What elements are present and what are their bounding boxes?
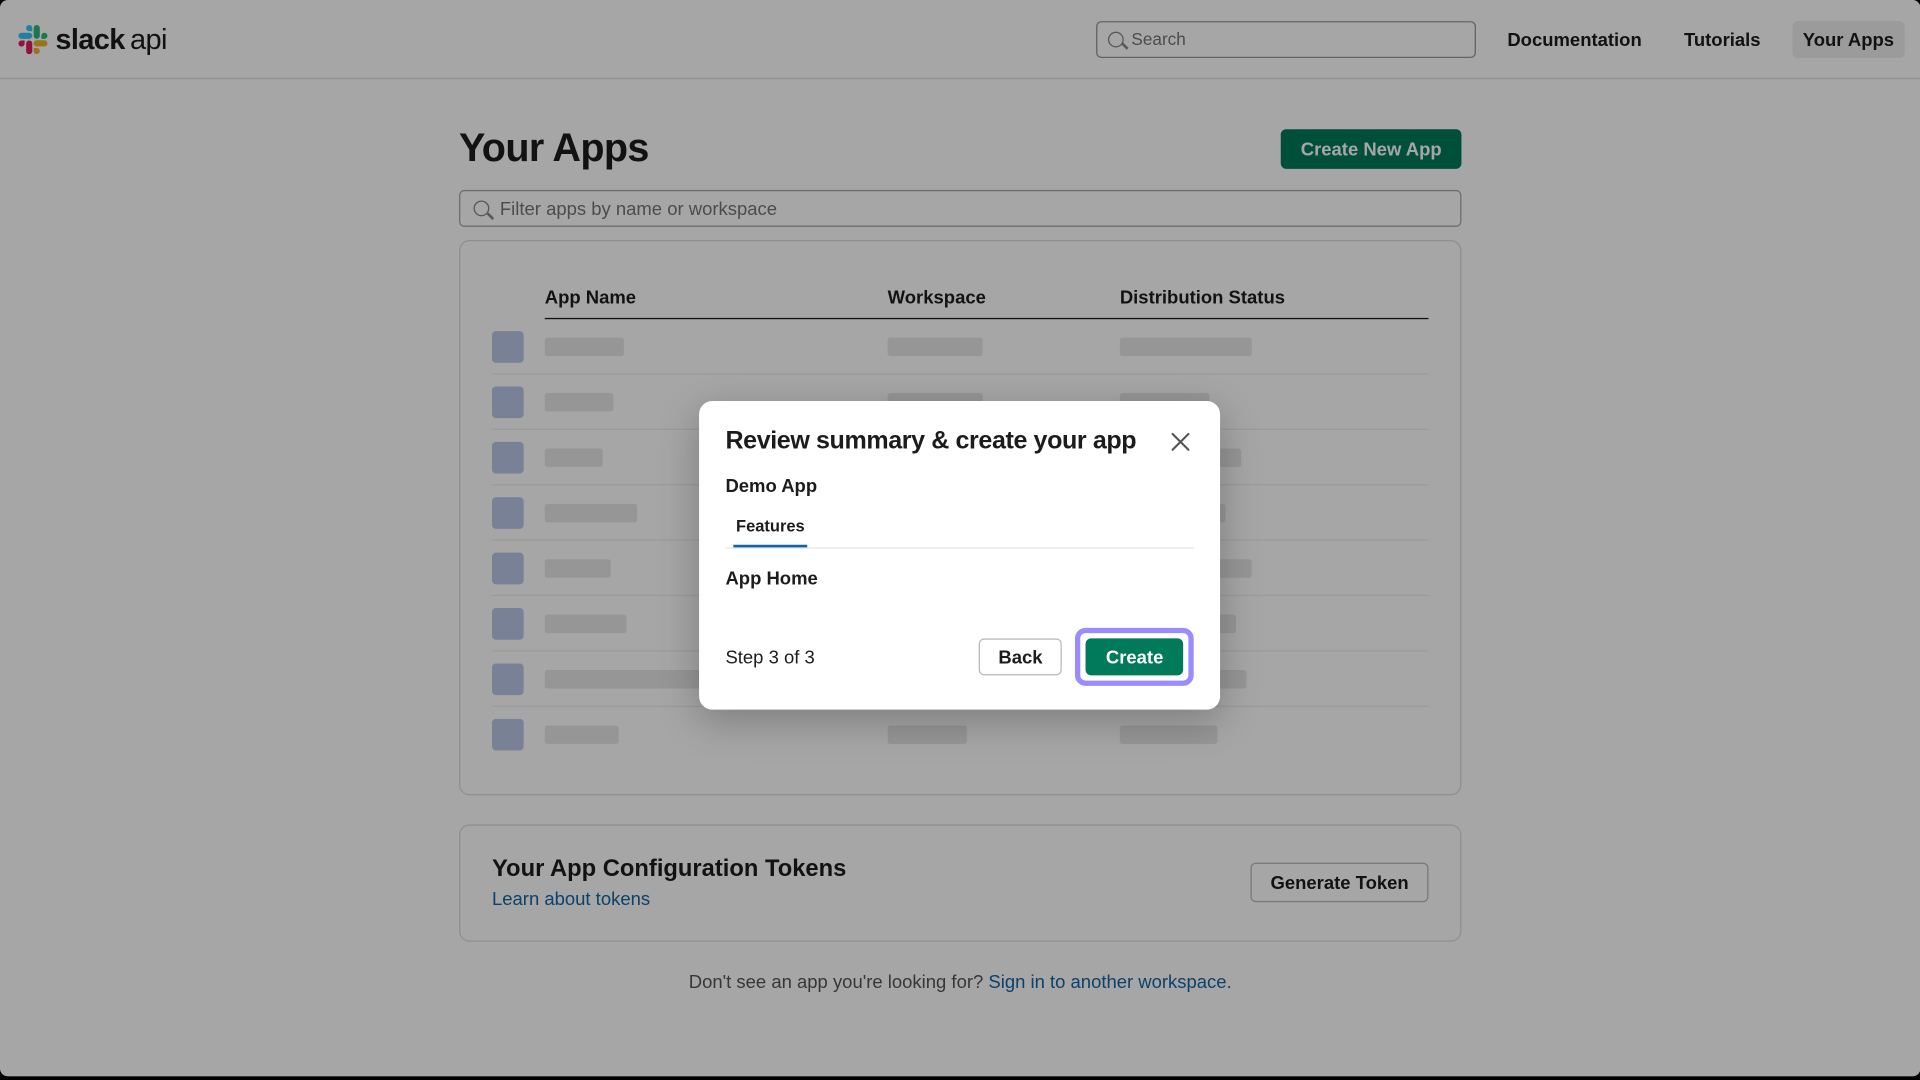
modal-tabs: Features <box>725 514 1193 548</box>
filter-search-icon <box>474 200 490 216</box>
filter-apps[interactable] <box>459 190 1461 227</box>
nav-tutorials[interactable]: Tutorials <box>1673 20 1771 57</box>
create-button[interactable]: Create <box>1086 638 1183 675</box>
table-header: App Name Workspace Distribution Status <box>492 270 1428 317</box>
slack-api-logo[interactable]: slack api <box>18 22 166 56</box>
tab-features[interactable]: Features <box>733 517 807 547</box>
logo-text-api: api <box>130 22 167 56</box>
logo-text-slack: slack <box>55 22 124 56</box>
col-header-name: App Name <box>545 286 888 307</box>
section-app-home: App Home <box>725 567 1193 588</box>
tokens-title: Your App Configuration Tokens <box>492 855 846 883</box>
modal-app-name: Demo App <box>725 475 1193 496</box>
filter-input[interactable] <box>500 198 1447 219</box>
footer-text: Don't see an app you're looking for? <box>689 971 989 992</box>
learn-tokens-link[interactable]: Learn about tokens <box>492 888 846 909</box>
review-modal: Review summary & create your app Demo Ap… <box>699 401 1220 710</box>
search-input[interactable] <box>1131 29 1463 49</box>
table-row[interactable] <box>492 319 1428 374</box>
modal-title: Review summary & create your app <box>725 427 1136 456</box>
page-header: Your Apps Create New App <box>459 127 1461 172</box>
app-viewport: slack api Documentation Tutorials Your A… <box>0 0 1920 1076</box>
search-icon <box>1108 31 1124 47</box>
back-button[interactable]: Back <box>979 638 1063 675</box>
footer-line: Don't see an app you're looking for? Sig… <box>459 971 1461 992</box>
tokens-card: Your App Configuration Tokens Learn abou… <box>459 824 1461 941</box>
generate-token-button[interactable]: Generate Token <box>1251 862 1429 902</box>
signin-workspace-link[interactable]: Sign in to another workspace <box>988 971 1226 992</box>
col-header-workspace: Workspace <box>888 286 1120 307</box>
footer-period: . <box>1227 971 1232 992</box>
step-indicator: Step 3 of 3 <box>725 646 814 667</box>
table-row[interactable] <box>492 707 1428 762</box>
topbar: slack api Documentation Tutorials Your A… <box>0 0 1920 79</box>
nav-documentation[interactable]: Documentation <box>1497 20 1652 57</box>
page-title: Your Apps <box>459 127 649 172</box>
slack-mark-icon <box>18 24 47 53</box>
nav-your-apps[interactable]: Your Apps <box>1792 20 1904 57</box>
col-header-dist: Distribution Status <box>1120 286 1429 307</box>
create-button-highlight: Create <box>1076 628 1194 686</box>
global-search[interactable] <box>1096 20 1476 57</box>
close-icon[interactable] <box>1167 429 1193 455</box>
create-new-app-button[interactable]: Create New App <box>1281 129 1461 169</box>
